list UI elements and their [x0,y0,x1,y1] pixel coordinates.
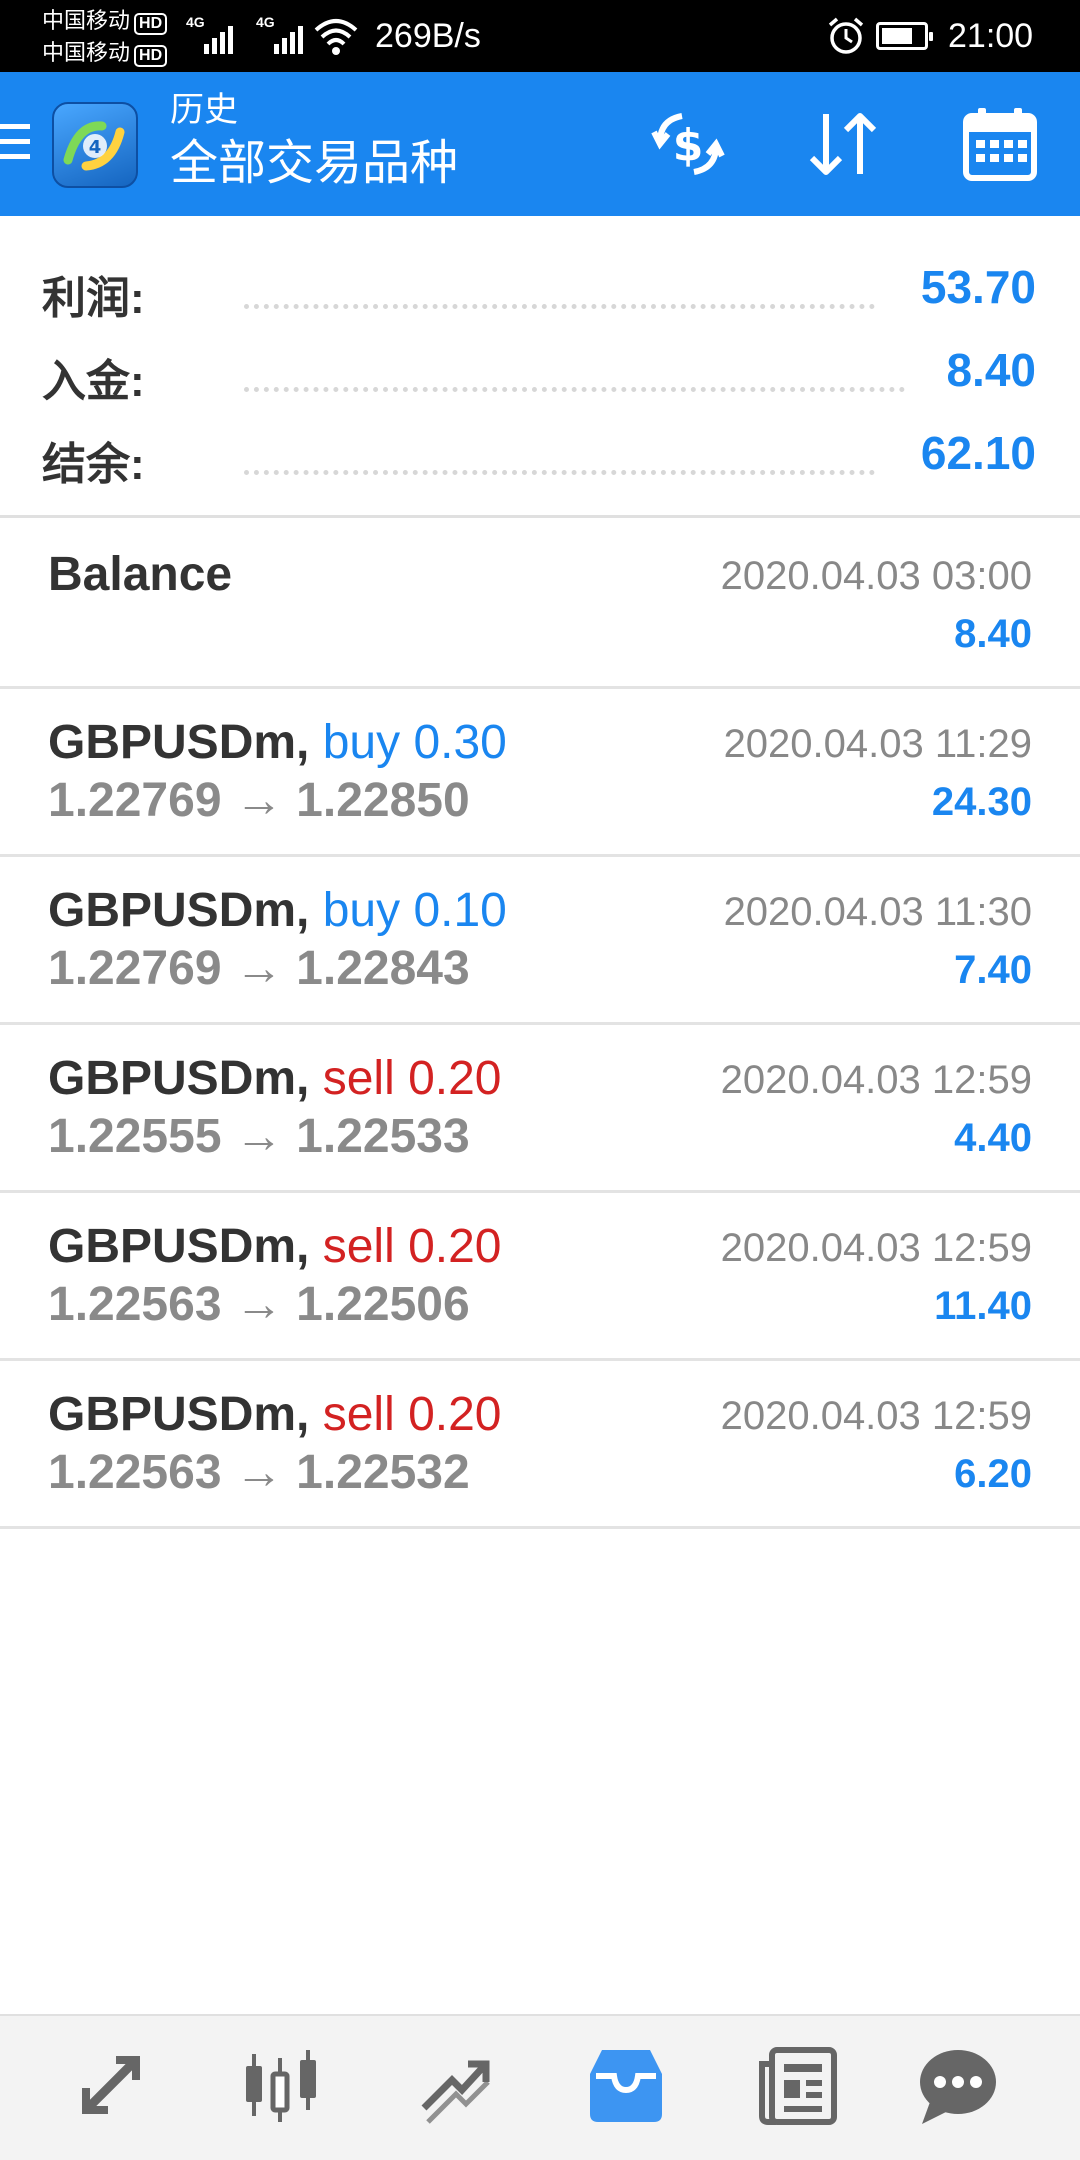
network-type: 4G [186,14,205,30]
deal-profit: 6.20 [954,1452,1032,1496]
balance-label: 结余: [42,440,145,489]
table-row[interactable]: GBPUSDm, sell 0.20 1.22563 → 1.22506 202… [0,1193,1080,1361]
table-row[interactable]: GBPUSDm, sell 0.20 1.22563 → 1.22532 202… [0,1361,1080,1529]
carrier-1-label: 中国移动 [42,8,131,33]
metatrader-logo-icon: 4 [63,121,125,171]
dotted-leader [244,470,875,475]
deal-time: 2020.04.03 11:30 [723,890,1032,934]
deal-symbol: GBPUSDm, [48,1220,310,1273]
deal-profit: 4.40 [954,1116,1032,1160]
balance-amount: 8.40 [954,612,1032,656]
deal-symbol: GBPUSDm, [48,1052,310,1105]
page-title: 历史 [170,91,238,129]
history-icon[interactable] [584,2044,668,2128]
table-row[interactable]: GBPUSDm, sell 0.20 1.22555 → 1.22533 202… [0,1025,1080,1193]
summary-deposit-row: 入金: 8.40 [0,337,1080,407]
deal-side: sell 0.20 [322,1052,502,1105]
deal-title: GBPUSDm, buy 0.30 [48,715,507,771]
trade-icon[interactable] [412,2044,496,2128]
deal-side: sell 0.20 [322,1220,502,1273]
deposit-value: 8.40 [946,344,1036,396]
deal-symbol: GBPUSDm, [48,716,310,769]
deal-time: 2020.04.03 03:00 [720,554,1032,598]
profit-value: 53.70 [920,261,1036,313]
chart-icon[interactable] [240,2044,324,2128]
summary-panel: 利润: 53.70 入金: 8.40 结余: 62.10 [0,216,1080,518]
deal-title: GBPUSDm, sell 0.20 [48,1387,502,1443]
deal-side: buy 0.10 [322,884,507,937]
net-speed: 269B/s [375,17,481,55]
deal-profit: 7.40 [954,948,1032,992]
wifi-icon [314,19,358,55]
table-row[interactable]: GBPUSDm, buy 0.30 1.22769 → 1.22850 2020… [0,689,1080,857]
network-type: 4G [256,14,275,30]
balance-title: Balance [48,547,232,603]
carrier-2: 中国移动 HD [42,40,168,67]
deal-time: 2020.04.03 12:59 [720,1394,1032,1438]
deal-title: GBPUSDm, buy 0.10 [48,883,507,939]
deal-symbol: GBPUSDm, [48,1388,310,1441]
deal-prices: 1.22769 → 1.22850 [48,774,470,827]
sort-icon[interactable] [802,102,886,186]
app-logo: 4 [52,102,138,188]
status-bar: 中国移动 HD 中国移动 HD 4G 4G 269B/s 21:00 [0,0,1080,72]
table-row[interactable]: GBPUSDm, buy 0.10 1.22769 → 1.22843 2020… [0,857,1080,1025]
deal-title: GBPUSDm, sell 0.20 [48,1219,502,1275]
hd-badge: HD [134,45,168,67]
deal-side: buy 0.30 [322,716,507,769]
news-icon[interactable] [756,2044,840,2128]
deal-time: 2020.04.03 12:59 [720,1058,1032,1102]
battery-icon [876,22,933,50]
signal-icon: 4G [186,14,242,54]
deposit-label: 入金: [42,357,145,406]
profit-label: 利润: [42,274,145,323]
signal-icon: 4G [256,14,312,54]
symbol-filter[interactable]: 全部交易品种 [170,134,458,194]
bottom-nav [0,2014,1080,2160]
deal-prices: 1.22563 → 1.22506 [48,1278,470,1331]
app-bar: 4 历史 全部交易品种 $ [0,72,1080,216]
deal-profit: 11.40 [934,1284,1032,1328]
menu-icon[interactable] [0,124,30,164]
signal-group: 4G 4G [186,14,312,54]
balance-value: 62.10 [920,427,1036,479]
svg-text:$: $ [673,120,704,171]
balance-label: Balance [48,548,233,601]
balance-row[interactable]: Balance 2020.04.03 03:00 8.40 [0,521,1080,689]
hd-badge: HD [134,13,168,35]
carrier-2-label: 中国移动 [42,40,131,65]
summary-balance-row: 结余: 62.10 [0,420,1080,490]
carrier-1: 中国移动 HD [42,8,168,35]
deal-prices: 1.22563 → 1.22532 [48,1446,470,1499]
deal-prices: 1.22555 → 1.22533 [48,1110,470,1163]
currency-exchange-icon[interactable]: $ [646,102,730,186]
calendar-icon[interactable] [958,102,1042,186]
deal-time: 2020.04.03 12:59 [720,1226,1032,1270]
quotes-icon[interactable] [68,2044,152,2128]
summary-profit-row: 利润: 53.70 [0,254,1080,324]
dotted-leader [244,304,875,309]
alarm-icon [828,17,864,54]
chat-icon[interactable] [916,2044,1000,2128]
clock: 21:00 [948,17,1034,55]
deal-prices: 1.22769 → 1.22843 [48,942,470,995]
deal-profit: 24.30 [931,780,1032,824]
deal-time: 2020.04.03 11:29 [723,722,1032,766]
dotted-leader [244,387,905,392]
deal-side: sell 0.20 [322,1388,502,1441]
deal-title: GBPUSDm, sell 0.20 [48,1051,502,1107]
svg-text:4: 4 [89,137,102,158]
deal-symbol: GBPUSDm, [48,884,310,937]
